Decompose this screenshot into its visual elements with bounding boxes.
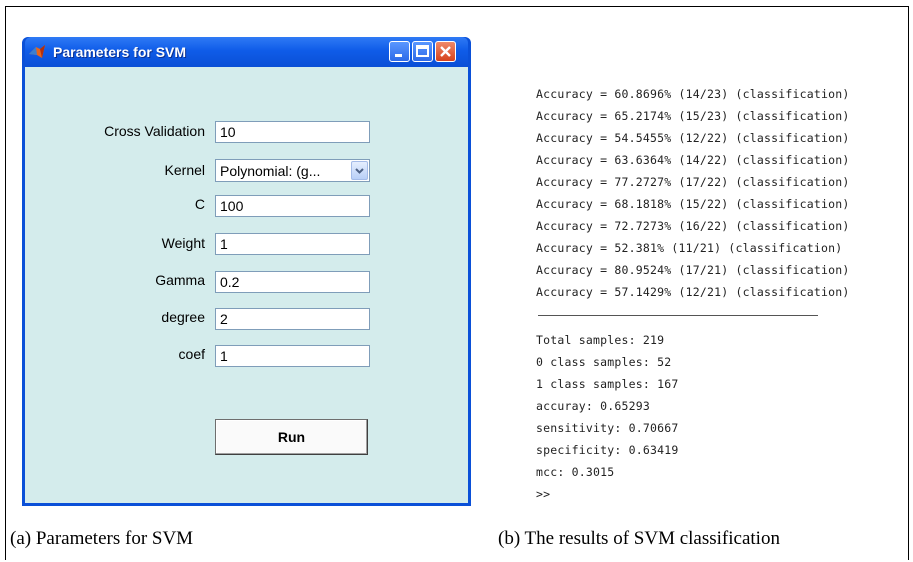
accuracy-line: Accuracy = 60.8696% (14/23) (classificat… [536,87,850,101]
gamma-label: Gamma [155,272,205,288]
accuracy-line: Accuracy = 72.7273% (16/22) (classificat… [536,219,850,233]
summary-line: Total samples: 219 [536,333,665,347]
console-separator [538,315,818,316]
coef-label: coef [178,346,205,362]
accuracy-line: Accuracy = 68.1818% (15/22) (classificat… [536,197,850,211]
accuracy-line: Accuracy = 57.1429% (12/21) (classificat… [536,285,850,299]
accuracy-line: Accuracy = 52.381% (11/21) (classificati… [536,241,843,255]
cross-validation-label: Cross Validation [104,123,205,139]
dropdown-arrow-button[interactable] [351,161,368,180]
kernel-label: Kernel [164,162,205,178]
close-icon [440,46,451,57]
weight-label: Weight [161,235,205,251]
summary-line: 1 class samples: 167 [536,377,679,391]
maximize-icon [416,45,429,57]
svm-parameters-window: Parameters for SVM Cross Validation Kern… [22,37,471,506]
run-button[interactable]: Run [215,419,368,455]
window-title: Parameters for SVM [53,44,187,60]
close-button[interactable] [435,41,456,62]
minimize-button[interactable] [389,41,410,62]
gamma-field[interactable] [215,271,370,293]
summary-line: specificity: 0.63419 [536,443,679,457]
degree-label: degree [161,309,205,325]
accuracy-line: Accuracy = 63.6364% (14/22) (classificat… [536,153,850,167]
kernel-select[interactable]: Polynomial: (g... [215,159,370,182]
summary-line: 0 class samples: 52 [536,355,672,369]
accuracy-line: Accuracy = 80.9524% (17/21) (classificat… [536,263,850,277]
accuracy-line: Accuracy = 77.2727% (17/22) (classificat… [536,175,850,189]
caption-a: (a) Parameters for SVM [10,528,194,549]
maximize-button[interactable] [412,41,433,62]
accuracy-line: Accuracy = 65.2174% (15/23) (classificat… [536,109,850,123]
minimize-icon [395,54,402,57]
cross-validation-field[interactable] [215,121,370,143]
console-prompt[interactable]: >> [536,487,550,501]
kernel-select-value: Polynomial: (g... [220,163,321,179]
window-client-area: Cross Validation Kernel Polynomial: (g..… [25,67,468,503]
coef-field[interactable] [215,345,370,367]
matlab-icon [28,43,46,61]
c-label: C [194,196,205,212]
summary-line: sensitivity: 0.70667 [536,421,679,435]
c-field[interactable] [215,195,370,217]
caption-b: (b) The results of SVM classification [498,528,780,549]
title-bar[interactable]: Parameters for SVM [25,37,468,67]
weight-field[interactable] [215,233,370,255]
degree-field[interactable] [215,308,370,330]
summary-line: accuray: 0.65293 [536,399,650,413]
chevron-down-icon [355,168,364,174]
summary-line: mcc: 0.3015 [536,465,615,479]
accuracy-line: Accuracy = 54.5455% (12/22) (classificat… [536,131,850,145]
